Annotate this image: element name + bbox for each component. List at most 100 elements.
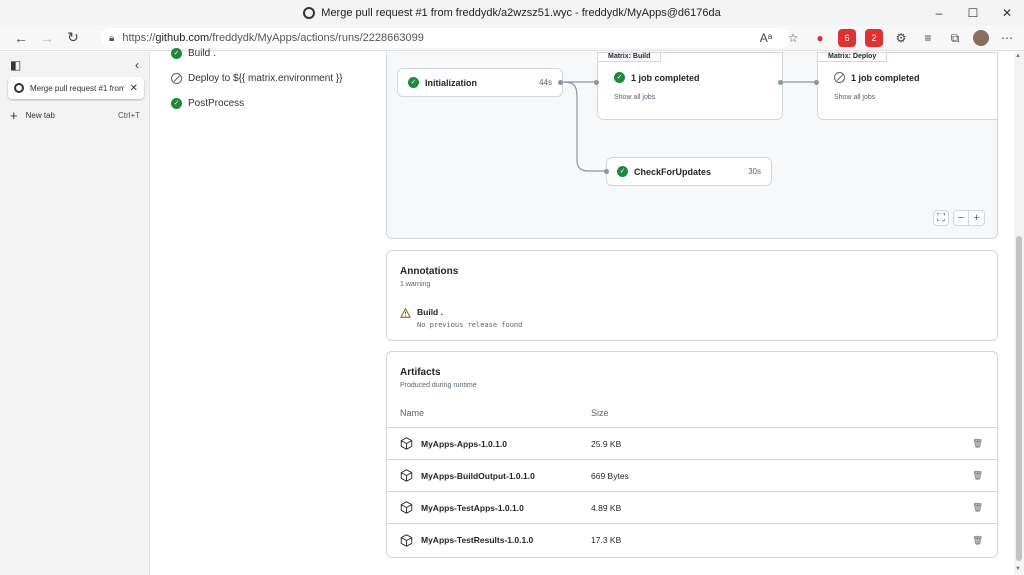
url-host: github.com (155, 32, 210, 44)
connector-dot (778, 80, 783, 85)
zoom-button-group: − + (953, 210, 985, 226)
column-header-name: Name (400, 408, 425, 418)
success-check-icon: ✓ (408, 77, 419, 88)
artifact-size: 4.89 KB (591, 502, 622, 513)
node-duration: 44s (539, 78, 552, 87)
matrix-build-group[interactable]: Matrix: Build ✓ 1 job completed Show all… (597, 52, 783, 120)
table-row: MyApps-TestResults-1.0.1.0 17.3 KB 🗑︎ (387, 524, 997, 556)
extension-icon[interactable]: ● (811, 29, 829, 47)
delete-artifact-icon[interactable]: 🗑︎ (972, 535, 983, 546)
annotation-message: No previous release found (417, 321, 523, 329)
package-icon (400, 533, 413, 547)
annotation-title[interactable]: Build . (417, 307, 443, 317)
close-tab-icon[interactable]: ✕ (130, 83, 138, 94)
matrix-deploy-group[interactable]: Matrix: Deploy 1 job completed Show all … (817, 52, 997, 120)
github-favicon-icon (303, 6, 316, 19)
success-check-icon: ✓ (614, 72, 625, 83)
zoom-in-button[interactable]: + (969, 210, 985, 226)
package-icon (400, 469, 413, 482)
address-toolbar: ← → ↻ 🔒︎ https://github.com/freddydk/MyA… (0, 25, 1024, 51)
delete-artifact-icon[interactable]: 🗑︎ (972, 502, 983, 513)
annotations-card: Annotations 1 warning Build . No previou… (386, 250, 998, 341)
job-node-checkforupdates[interactable]: ✓ CheckForUpdates 30s (606, 157, 772, 186)
package-icon (400, 501, 413, 514)
scrollbar-thumb[interactable] (1016, 236, 1022, 561)
artifacts-table-header: Name Size (387, 402, 997, 428)
more-icon[interactable]: ⋯ (998, 29, 1016, 47)
matrix-header: Matrix: Deploy (818, 53, 888, 62)
matrix-summary: ✓ 1 job completed (614, 72, 700, 83)
maximize-button[interactable]: ☐ (956, 0, 990, 25)
job-label: Deploy to ${{ matrix.environment }} (188, 73, 343, 84)
github-favicon-icon (14, 83, 24, 93)
show-all-jobs-link[interactable]: Show all jobs (614, 94, 655, 101)
artifact-link[interactable]: MyApps-BuildOutput-1.0.1.0 (400, 469, 535, 482)
artifact-link[interactable]: MyApps-TestApps-1.0.1.0 (400, 501, 524, 514)
connector-dot (594, 80, 599, 85)
job-item-deploy[interactable]: Deploy to ${{ matrix.environment }} (171, 73, 343, 84)
tab-title: Merge pull request #1 from (30, 83, 124, 93)
delete-artifact-icon[interactable]: 🗑︎ (972, 438, 983, 449)
forward-button[interactable]: → (34, 25, 60, 51)
success-check-icon: ✓ (617, 166, 628, 177)
back-button[interactable]: ← (8, 25, 34, 51)
window-title: Merge pull request #1 from freddydk/a2wz… (303, 6, 721, 19)
extension-badge-icon[interactable]: 6 (838, 29, 856, 47)
skipped-icon (171, 73, 182, 84)
extensions-puzzle-icon[interactable]: ⚙ (892, 29, 910, 47)
success-check-icon: ✓ (171, 98, 182, 109)
scroll-up-arrow-icon[interactable]: ▲ (1015, 53, 1021, 59)
job-item-build[interactable]: ✓ Build . (171, 48, 216, 59)
tab-sidebar-header: ◧ ‹ (0, 52, 149, 78)
collapse-sidebar-button[interactable]: ‹ (135, 58, 139, 72)
active-tab[interactable]: Merge pull request #1 from ✕ (8, 77, 144, 99)
fullscreen-button[interactable]: ⛶ (933, 210, 949, 226)
matrix-header: Matrix: Build (598, 53, 662, 62)
table-row: MyApps-TestApps-1.0.1.0 4.89 KB 🗑︎ (387, 492, 997, 524)
matrix-summary-text: 1 job completed (851, 72, 920, 83)
artifact-link[interactable]: MyApps-TestResults-1.0.1.0 (400, 533, 533, 547)
job-node-initialization[interactable]: ✓ Initialization 44s (397, 68, 563, 97)
column-header-size: Size (591, 408, 609, 418)
job-label: PostProcess (188, 98, 245, 109)
matrix-summary: 1 job completed (834, 72, 920, 83)
delete-artifact-icon[interactable]: 🗑︎ (972, 470, 983, 481)
artifact-size: 25.9 KB (591, 438, 622, 449)
artifacts-subtitle: Produced during runtime (400, 382, 477, 389)
zoom-out-button[interactable]: − (953, 210, 969, 226)
connector-dot (814, 80, 819, 85)
read-aloud-icon[interactable]: Aᵃ (757, 29, 775, 47)
minimize-button[interactable]: – (922, 0, 956, 25)
close-window-button[interactable]: ✕ (990, 0, 1024, 25)
profile-avatar[interactable] (973, 30, 989, 46)
show-all-jobs-link[interactable]: Show all jobs (834, 94, 875, 101)
connector-dot (604, 169, 609, 174)
jobs-sidebar: ✓ Build . Deploy to ${{ matrix.environme… (151, 48, 381, 575)
plus-icon: + (10, 108, 18, 123)
refresh-button[interactable]: ↻ (60, 25, 86, 51)
collections-icon[interactable]: ⧉ (946, 29, 964, 47)
new-tab-label: New tab (25, 111, 55, 120)
url-path: /freddydk/MyApps/actions/runs/2228663099 (209, 32, 424, 44)
scroll-down-arrow-icon[interactable]: ▼ (1015, 566, 1021, 572)
new-tab-button[interactable]: + New tab Ctrl+T (10, 108, 140, 123)
favorites-list-icon[interactable]: ≡ (919, 29, 937, 47)
favorite-icon[interactable]: ☆ (784, 29, 802, 47)
page-scrollbar[interactable]: ▲ ▼ (1014, 52, 1024, 575)
tab-actions-icon[interactable]: ◧ (10, 58, 21, 72)
workflow-graph[interactable]: ✓ Initialization 44s Matrix: Build ✓ 1 j… (386, 52, 998, 239)
artifact-name: MyApps-BuildOutput-1.0.1.0 (421, 470, 535, 481)
artifacts-card: Artifacts Produced during runtime Name S… (386, 351, 998, 558)
browser-toolbar-icons: Aᵃ ☆ ● 6 2 ⚙ ≡ ⧉ ⋯ (757, 25, 1016, 51)
table-row: MyApps-Apps-1.0.1.0 25.9 KB 🗑︎ (387, 428, 997, 460)
extension-badge-icon[interactable]: 2 (865, 29, 883, 47)
url-prefix: https:// (122, 32, 156, 44)
node-duration: 30s (748, 167, 761, 176)
artifact-link[interactable]: MyApps-Apps-1.0.1.0 (400, 437, 507, 450)
window-controls: – ☐ ✕ (922, 0, 1024, 25)
job-item-postprocess[interactable]: ✓ PostProcess (171, 98, 244, 109)
address-bar[interactable]: 🔒︎ https://github.com/freddydk/MyApps/ac… (101, 28, 791, 48)
graph-zoom-controls: ⛶ − + (933, 210, 985, 226)
job-label: Build . (188, 48, 216, 59)
artifact-size: 669 Bytes (591, 470, 629, 481)
